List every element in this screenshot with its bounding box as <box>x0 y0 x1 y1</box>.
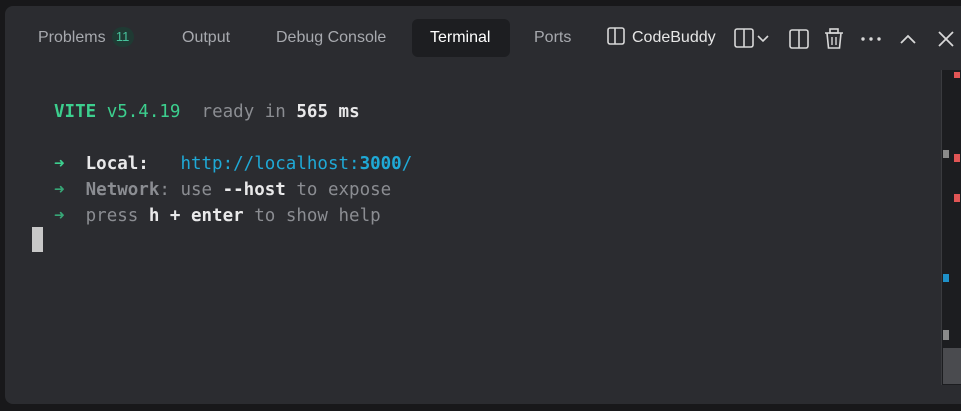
terminal-scrollbar[interactable] <box>941 70 961 385</box>
more-actions-button[interactable] <box>858 26 884 52</box>
tab-problems[interactable]: Problems 11 <box>20 19 152 57</box>
help-text-1: press <box>85 206 149 226</box>
panel-layout-icon <box>734 28 754 48</box>
network-line: ➜ Network: use --host to expose <box>54 177 391 203</box>
close-icon <box>938 31 954 47</box>
trash-icon <box>825 28 843 49</box>
tab-ports[interactable]: Ports <box>516 19 589 57</box>
tab-debug-console-label: Debug Console <box>276 29 387 46</box>
vite-version: v5.4.19 <box>106 102 181 122</box>
network-text-2: to expose <box>285 180 392 200</box>
terminal-cursor <box>32 227 43 252</box>
problems-count-badge: 11 <box>111 27 134 47</box>
scroll-marker <box>943 150 949 158</box>
close-panel-button[interactable] <box>933 26 959 52</box>
local-url-prefix: http://localhost: <box>180 154 360 174</box>
layout-dropdown-button[interactable] <box>732 26 774 52</box>
network-label: Network <box>85 180 160 200</box>
local-url-port: 3000 <box>359 154 402 174</box>
local-url-suffix: / <box>401 154 413 174</box>
vite-ready-line: VITE v5.4.19 ready in 565 ms <box>54 99 360 125</box>
info-marker <box>943 274 949 282</box>
split-terminal-button[interactable] <box>786 26 812 52</box>
tab-output-label: Output <box>182 29 231 46</box>
tab-output[interactable]: Output <box>164 19 248 57</box>
vite-name: VITE <box>54 102 97 122</box>
help-line: ➜ press h + enter to show help <box>54 203 381 229</box>
help-keys: h + enter <box>148 206 244 226</box>
local-url-line: ➜ Local: http://localhost:3000/ <box>54 151 412 177</box>
tab-problems-label: Problems <box>38 29 106 46</box>
chevron-down-icon <box>757 35 769 43</box>
maximize-panel-icon <box>900 34 916 44</box>
ready-text: ready in <box>201 102 286 122</box>
network-text-1: : use <box>159 180 223 200</box>
host-flag: --host <box>222 180 286 200</box>
terminal-output[interactable]: VITE v5.4.19 ready in 565 ms ➜ Local: ht… <box>5 70 941 404</box>
arrow-icon: ➜ <box>54 180 65 200</box>
scrollbar-thumb[interactable] <box>943 348 961 384</box>
scroll-marker <box>943 330 949 340</box>
local-label: Local: <box>85 154 149 174</box>
arrow-icon: ➜ <box>54 206 65 226</box>
tab-debug-console[interactable]: Debug Console <box>258 19 404 57</box>
arrow-icon: ➜ <box>54 154 65 174</box>
ready-ms-value: 565 <box>296 102 328 122</box>
help-text-2: to show help <box>243 206 381 226</box>
codebuddy-button[interactable]: CodeBuddy <box>606 19 716 57</box>
ready-ms-unit: ms <box>338 102 360 122</box>
maximize-panel-button[interactable] <box>895 26 921 52</box>
more-icon <box>861 37 881 41</box>
tab-terminal[interactable]: Terminal <box>412 19 510 57</box>
split-terminal-icon <box>789 29 809 49</box>
error-marker <box>954 72 960 78</box>
kill-terminal-button[interactable] <box>821 26 847 52</box>
tab-terminal-label: Terminal <box>430 29 491 46</box>
local-url-link[interactable]: http://localhost:3000/ <box>180 154 412 174</box>
tab-ports-label: Ports <box>534 29 572 46</box>
codebuddy-label: CodeBuddy <box>632 29 716 46</box>
error-marker <box>954 154 960 162</box>
terminal-panel: Problems 11 Output Debug Console Terminal… <box>5 6 961 404</box>
panel-layout-icon <box>607 27 625 45</box>
error-marker <box>954 194 960 202</box>
panel-tab-bar: Problems 11 Output Debug Console Terminal… <box>5 6 961 70</box>
